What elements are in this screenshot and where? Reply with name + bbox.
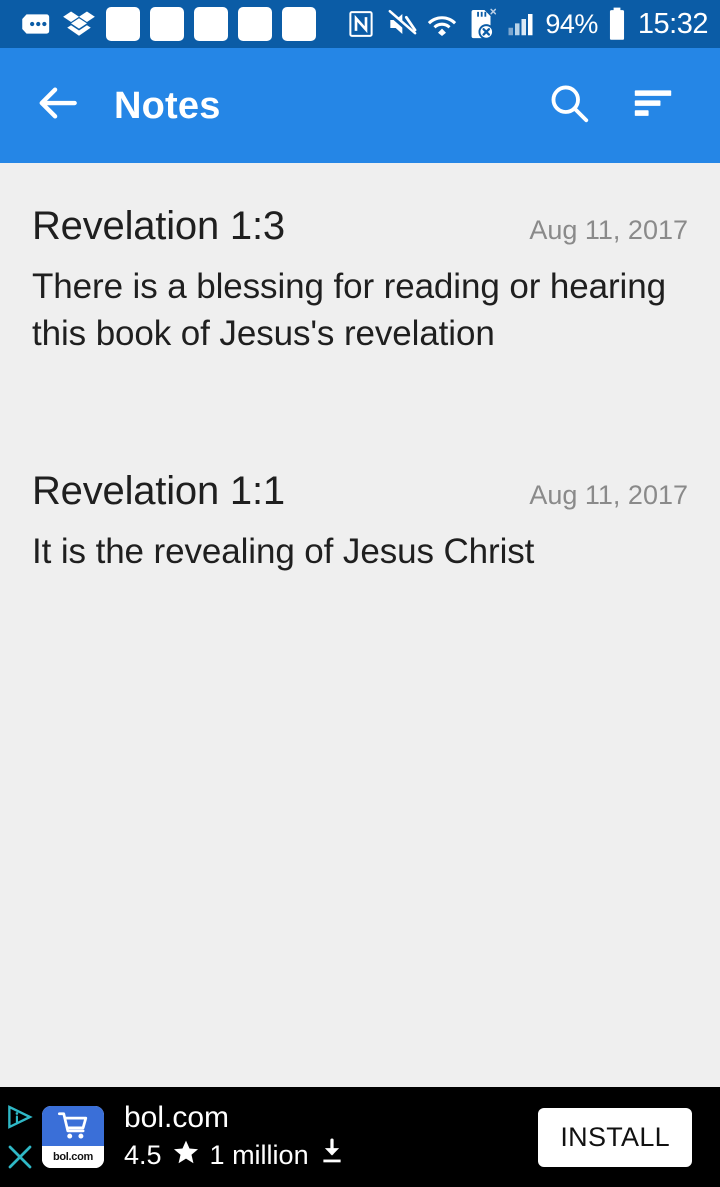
notes-list[interactable]: Revelation 1:3 Aug 11, 2017 There is a b… (0, 163, 720, 1087)
ad-info: bol.com 4.5 1 million (124, 1101, 538, 1173)
page-title: Notes (114, 84, 221, 127)
ad-rating: 4.5 (124, 1139, 162, 1170)
shopping-cart-icon (42, 1106, 104, 1146)
ad-app-icon-label: bol.com (42, 1146, 104, 1168)
download-icon (319, 1138, 345, 1173)
list-item[interactable]: Revelation 1:3 Aug 11, 2017 There is a b… (0, 185, 720, 388)
notification-placeholder-icon (150, 7, 184, 41)
notification-placeholder-icon (282, 7, 316, 41)
note-body: It is the revealing of Jesus Christ (32, 531, 535, 571)
note-header: Revelation 1:1 Aug 11, 2017 (32, 468, 688, 514)
sd-card-error-icon (467, 7, 497, 41)
search-button[interactable] (538, 75, 600, 137)
list-item[interactable]: Revelation 1:1 Aug 11, 2017 It is the re… (0, 450, 720, 605)
adchoices-icon[interactable] (3, 1100, 37, 1134)
sound-muted-icon (385, 8, 417, 40)
battery-percent-label: 94% (545, 8, 598, 39)
status-bar-notifications (18, 7, 346, 41)
battery-icon (607, 7, 627, 41)
ad-controls (0, 1087, 40, 1187)
list-divider (0, 388, 720, 450)
back-button[interactable] (30, 78, 86, 134)
cellular-signal-icon (506, 9, 536, 39)
nfc-icon (346, 9, 376, 39)
note-date: Aug 11, 2017 (529, 479, 688, 510)
notification-placeholder-icon (238, 7, 272, 41)
app-bar: Notes (0, 48, 720, 163)
notification-placeholder-icon (106, 7, 140, 41)
status-bar: 94% 15:32 (0, 0, 720, 48)
ad-app-icon[interactable]: bol.com (42, 1106, 104, 1168)
wifi-icon (426, 8, 458, 40)
notification-placeholder-icon (194, 7, 228, 41)
sort-icon (630, 80, 676, 131)
sort-button[interactable] (622, 75, 684, 137)
search-icon (546, 80, 592, 131)
close-icon[interactable] (3, 1140, 37, 1174)
note-body: There is a blessing for reading or heari… (32, 267, 666, 354)
clock-label: 15:32 (637, 7, 709, 40)
more-notifications-icon (18, 7, 52, 41)
note-header: Revelation 1:3 Aug 11, 2017 (32, 203, 688, 249)
note-title: Revelation 1:3 (32, 204, 285, 248)
dropbox-icon (62, 7, 96, 41)
note-title: Revelation 1:1 (32, 468, 285, 513)
star-icon (172, 1138, 200, 1173)
install-button[interactable]: INSTALL (538, 1107, 692, 1167)
note-date: Aug 11, 2017 (529, 215, 688, 245)
ad-app-name: bol.com (124, 1101, 230, 1135)
status-bar-system-icons: 94% 15:32 (346, 7, 709, 41)
ad-banner[interactable]: bol.com bol.com 4.5 1 million INSTALL (0, 1087, 720, 1187)
ad-downloads: 1 million (209, 1139, 309, 1170)
arrow-back-icon (33, 78, 83, 133)
ad-app-meta: 4.5 1 million (124, 1138, 538, 1173)
phone-screen: 94% 15:32 Notes Revelation 1:3 Aug 11, 2… (0, 0, 720, 1187)
